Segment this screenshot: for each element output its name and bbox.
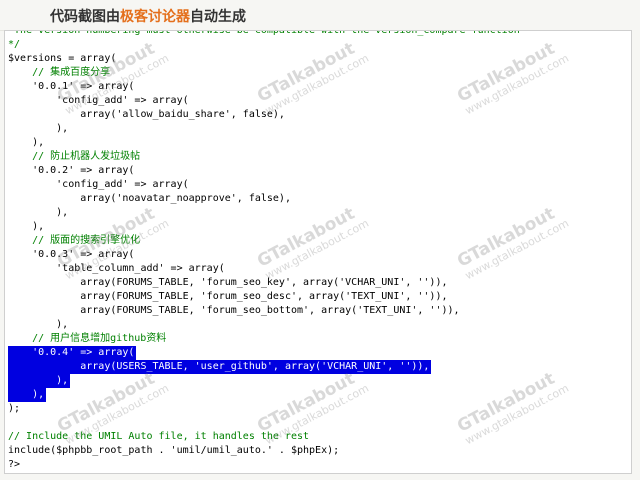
code-comment-line[interactable]: // 用户信息增加github资料 bbox=[8, 332, 520, 346]
selected-line-row[interactable]: array(USERS_TABLE, 'user_github', array(… bbox=[8, 360, 520, 374]
code-line[interactable]: '0.0.3' => array( bbox=[8, 248, 520, 262]
selected-line-row[interactable]: ), bbox=[8, 374, 520, 388]
screenshot-frame: 代码截图由极客讨论器自动生成 The version numbering mus… bbox=[0, 0, 640, 480]
code-comment-line[interactable]: The version numbering must otherwise be … bbox=[8, 31, 520, 38]
code-line[interactable]: array('allow_baidu_share', false), bbox=[8, 108, 520, 122]
banner: 代码截图由极客讨论器自动生成 bbox=[0, 0, 640, 31]
code-line[interactable]: array('noavatar_noapprove', false), bbox=[8, 192, 520, 206]
code-comment-line[interactable]: // Include the UMIL Auto file, it handle… bbox=[8, 430, 520, 444]
code-line[interactable]: ), bbox=[8, 318, 520, 332]
code-comment-line[interactable]: // 集成百度分享 bbox=[8, 66, 520, 80]
code-line[interactable]: array(FORUMS_TABLE, 'forum_seo_bottom', … bbox=[8, 304, 520, 318]
code-block[interactable]: The version numbering must otherwise be … bbox=[8, 31, 520, 472]
code-line[interactable]: 'config_add' => array( bbox=[8, 94, 520, 108]
code-line[interactable]: ), bbox=[8, 206, 520, 220]
code-line[interactable]: ); bbox=[8, 402, 520, 416]
banner-suffix: 自动生成 bbox=[190, 9, 246, 25]
code-line[interactable]: array(USERS_TABLE, 'user_github', array(… bbox=[8, 360, 432, 374]
selected-line-row[interactable]: ), bbox=[8, 388, 520, 402]
code-line[interactable]: include($phpbb_root_path . 'umil/umil_au… bbox=[8, 444, 520, 458]
code-comment-line[interactable]: // 版面的搜索引擎优化 bbox=[8, 234, 520, 248]
code-comment-line[interactable]: // 防止机器人发垃圾帖 bbox=[8, 150, 520, 164]
code-line[interactable]: '0.0.4' => array( bbox=[8, 346, 137, 360]
code-line[interactable]: ), bbox=[8, 388, 47, 402]
banner-text: 代码截图由极客讨论器自动生成 bbox=[50, 6, 246, 26]
code-line[interactable]: ), bbox=[8, 136, 520, 150]
code-line[interactable]: ?> bbox=[8, 458, 520, 472]
code-line[interactable]: 'config_add' => array( bbox=[8, 178, 520, 192]
vertical-scrollbar[interactable] bbox=[632, 30, 640, 474]
code-line[interactable]: array(FORUMS_TABLE, 'forum_seo_key', arr… bbox=[8, 276, 520, 290]
code-line[interactable]: ), bbox=[8, 122, 520, 136]
banner-prefix: 代码截图由 bbox=[50, 9, 120, 25]
code-comment-line[interactable]: */ bbox=[8, 38, 520, 52]
code-line[interactable]: array(FORUMS_TABLE, 'forum_seo_desc', ar… bbox=[8, 290, 520, 304]
code-line[interactable]: $versions = array( bbox=[8, 52, 520, 66]
code-line[interactable]: ), bbox=[8, 220, 520, 234]
banner-highlight: 极客讨论器 bbox=[120, 9, 190, 25]
code-editor[interactable]: The version numbering must otherwise be … bbox=[4, 30, 632, 474]
code-line[interactable]: '0.0.1' => array( bbox=[8, 80, 520, 94]
code-line[interactable] bbox=[8, 416, 520, 430]
code-line[interactable]: ), bbox=[8, 374, 71, 388]
selected-line-row[interactable]: '0.0.4' => array( bbox=[8, 346, 520, 360]
code-line[interactable]: 'table_column_add' => array( bbox=[8, 262, 520, 276]
code-line[interactable]: '0.0.2' => array( bbox=[8, 164, 520, 178]
